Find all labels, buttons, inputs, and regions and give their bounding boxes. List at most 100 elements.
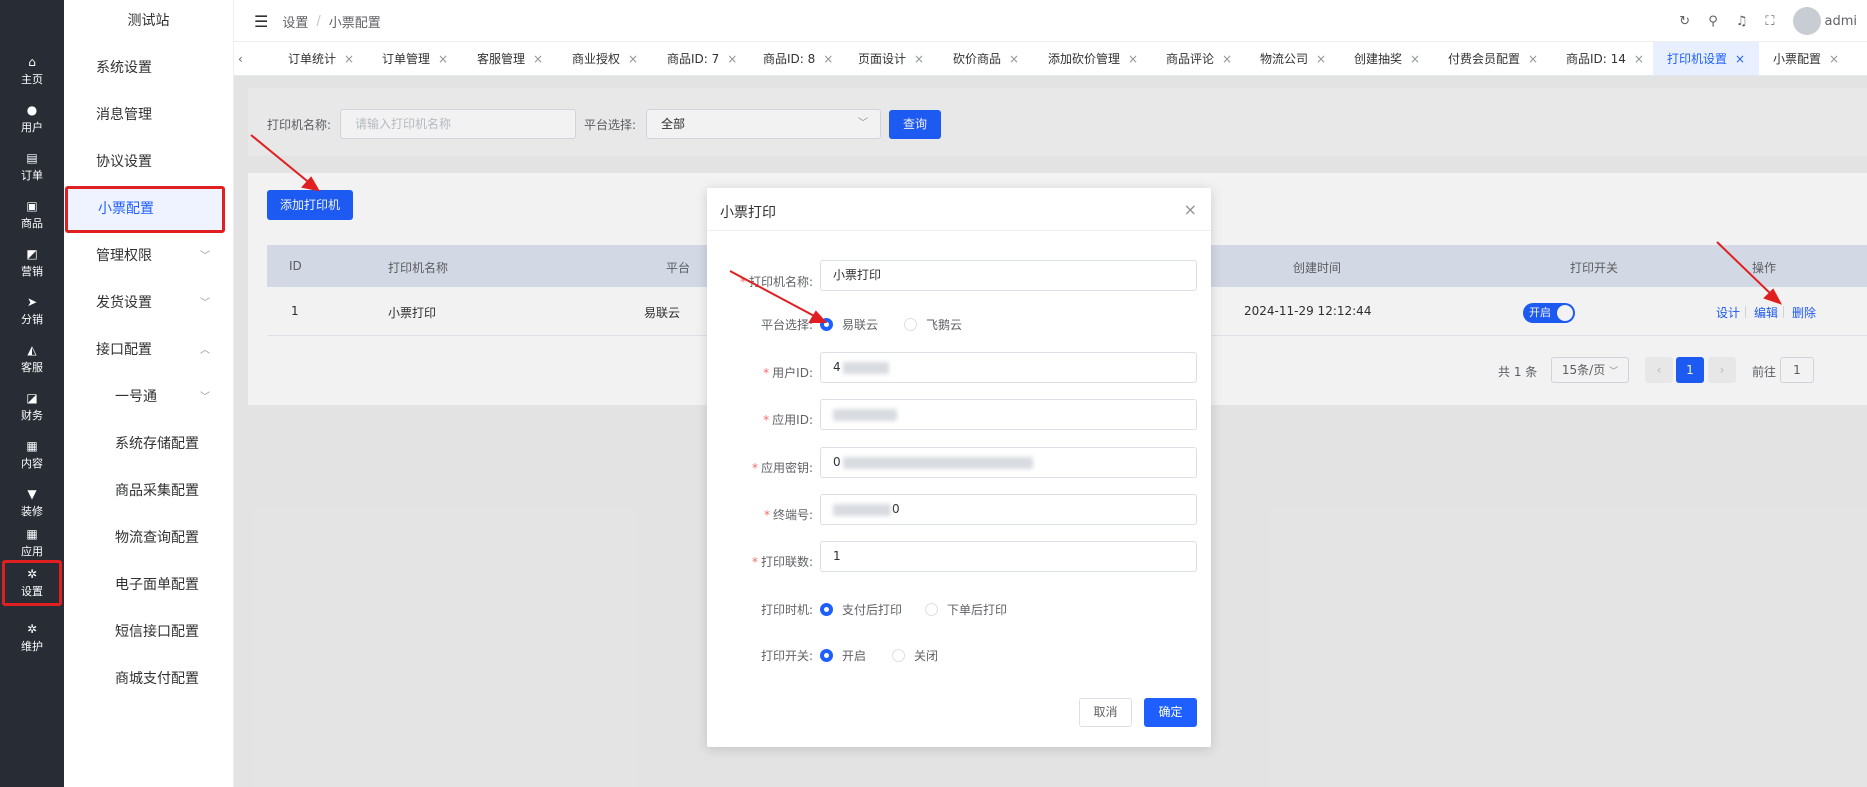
rail-item-distribution[interactable]: ➤ 分销 [0, 288, 64, 334]
submenu-shipping[interactable]: 发货设置 ﹀ [64, 280, 234, 327]
submenu-receipt-config[interactable]: 小票配置 [65, 186, 225, 233]
submenu-permissions[interactable]: 管理权限 ﹀ [64, 233, 234, 280]
rail-item-settings[interactable]: ✲ 设置 [2, 560, 62, 606]
tab-item[interactable]: 订单统计 × [288, 42, 354, 75]
user-id-field[interactable]: 4 [820, 352, 1197, 383]
breadcrumb-settings[interactable]: 设置 [282, 12, 308, 31]
tab-item[interactable]: 页面设计 × [858, 42, 924, 75]
fullscreen-icon[interactable]: ⛶ [1765, 14, 1774, 29]
timing-radio-after-order[interactable]: 下单后打印 [925, 601, 1007, 618]
submenu-collect[interactable]: 商品采集配置 [64, 468, 234, 515]
cancel-button[interactable]: 取消 [1079, 698, 1132, 727]
submenu-message[interactable]: 消息管理 [64, 92, 234, 139]
submenu-system-settings[interactable]: 系统设置 [64, 45, 234, 92]
close-icon[interactable]: × [1316, 52, 1326, 66]
label-text: 用户ID: [772, 366, 813, 380]
field-label-print-switch: 打印开关: [760, 649, 813, 663]
close-icon[interactable]: × [344, 52, 354, 66]
submenu-interface[interactable]: 接口配置 ︿ [64, 327, 234, 374]
radio-label: 飞鹅云 [926, 318, 963, 332]
tab-item[interactable]: 小票配置 × [1773, 42, 1839, 75]
rail-item-content[interactable]: ▦ 内容 [0, 432, 64, 478]
tab-item[interactable]: 创建抽奖 × [1354, 42, 1420, 75]
submenu-label: 协议设置 [96, 154, 152, 170]
rail-item-marketing[interactable]: ◩ 营销 [0, 240, 64, 286]
rail-label: 商品 [21, 216, 43, 230]
submenu-payment[interactable]: 商城支付配置 [64, 656, 234, 703]
bell-icon[interactable]: ♫ [1736, 14, 1748, 29]
tab-label: 创建抽奖 [1354, 52, 1403, 66]
confirm-button[interactable]: 确定 [1144, 698, 1197, 727]
breadcrumb-separator: / [316, 13, 321, 29]
submenu-label: 系统设置 [96, 60, 152, 76]
app-secret-field[interactable]: 0 [820, 447, 1197, 478]
radio-dot [925, 603, 938, 616]
submenu-yihaotong[interactable]: 一号通 ﹀ [64, 374, 234, 421]
tab-item[interactable]: 客服管理 × [477, 42, 543, 75]
tabs-scroll-left[interactable]: ‹ [238, 42, 243, 75]
home-icon: ⌂ [28, 54, 36, 69]
tab-item[interactable]: 商品ID: 14 × [1566, 42, 1644, 75]
required-mark: * [763, 508, 770, 522]
tab-item[interactable]: 商业授权 × [572, 42, 638, 75]
rail-item-user[interactable]: ● 用户 [0, 96, 64, 142]
switch-radio-on[interactable]: 开启 [820, 647, 866, 664]
app-id-field[interactable] [820, 399, 1197, 430]
timing-radio-after-pay[interactable]: 支付后打印 [820, 601, 902, 618]
close-icon[interactable]: × [533, 52, 543, 66]
close-icon[interactable]: × [727, 52, 737, 66]
rail-label: 应用 [21, 544, 43, 558]
apps-icon: ▦ [26, 526, 38, 541]
tab-item[interactable]: 砍价商品 × [953, 42, 1019, 75]
close-icon[interactable]: × [1634, 52, 1644, 66]
search-icon[interactable]: ⚲ [1708, 14, 1718, 29]
submenu-agreement[interactable]: 协议设置 [64, 139, 234, 186]
rail-item-service[interactable]: ◭ 客服 [0, 336, 64, 382]
close-icon[interactable]: × [1829, 52, 1839, 66]
tab-label: 页面设计 [858, 52, 907, 66]
field-label-user-id: * 用户ID: [693, 364, 813, 381]
close-icon[interactable]: × [1222, 52, 1232, 66]
submenu-waybill[interactable]: 电子面单配置 [64, 562, 234, 609]
platform-radio-yilianyun[interactable]: 易联云 [820, 316, 878, 333]
switch-radio-off[interactable]: 关闭 [892, 647, 938, 664]
close-icon[interactable]: × [1128, 52, 1138, 66]
tab-item[interactable]: 商品ID: 7 × [667, 42, 737, 75]
terminal-field[interactable]: 0 [820, 494, 1197, 525]
close-icon[interactable]: × [1735, 52, 1745, 66]
tab-item[interactable]: 物流公司 × [1260, 42, 1326, 75]
tab-printer-settings[interactable]: 打印机设置 × [1653, 42, 1760, 75]
tab-item[interactable]: 订单管理 × [382, 42, 448, 75]
rail-item-order[interactable]: ▤ 订单 [0, 144, 64, 190]
rail-label: 设置 [21, 584, 43, 598]
avatar[interactable] [1792, 7, 1821, 35]
refresh-icon[interactable]: ↻ [1679, 14, 1690, 29]
rail-item-goods[interactable]: ▣ 商品 [0, 192, 64, 238]
close-icon[interactable]: × [823, 52, 833, 66]
tab-item[interactable]: 添加砍价管理 × [1048, 42, 1138, 75]
printer-name-field[interactable]: 小票打印 [820, 260, 1197, 291]
close-icon[interactable]: × [438, 52, 448, 66]
close-icon[interactable]: × [1184, 200, 1197, 219]
submenu-sms[interactable]: 短信接口配置 [64, 609, 234, 656]
menu-toggle-icon[interactable]: ☰ [254, 12, 268, 31]
rail-item-finance[interactable]: ◪ 财务 [0, 384, 64, 430]
rail-item-maintain[interactable]: ✲ 维护 [0, 615, 64, 661]
close-icon[interactable]: × [1009, 52, 1019, 66]
submenu-logistics[interactable]: 物流查询配置 [64, 515, 234, 562]
submenu-storage[interactable]: 系统存储配置 [64, 421, 234, 468]
close-icon[interactable]: × [914, 52, 924, 66]
rail-label: 分销 [21, 312, 43, 326]
dialog-divider [707, 230, 1211, 231]
copies-field[interactable]: 1 [820, 541, 1197, 572]
tab-item[interactable]: 商品评论 × [1166, 42, 1232, 75]
close-icon[interactable]: × [1528, 52, 1538, 66]
rail-item-home[interactable]: ⌂ 主页 [0, 48, 64, 94]
radio-label: 关闭 [914, 649, 939, 663]
platform-radio-feieyun[interactable]: 飞鹅云 [904, 316, 962, 333]
username[interactable]: admi [1825, 14, 1858, 29]
tab-item[interactable]: 商品ID: 8 × [763, 42, 833, 75]
tab-item[interactable]: 付费会员配置 × [1448, 42, 1538, 75]
close-icon[interactable]: × [1410, 52, 1420, 66]
close-icon[interactable]: × [628, 52, 638, 66]
